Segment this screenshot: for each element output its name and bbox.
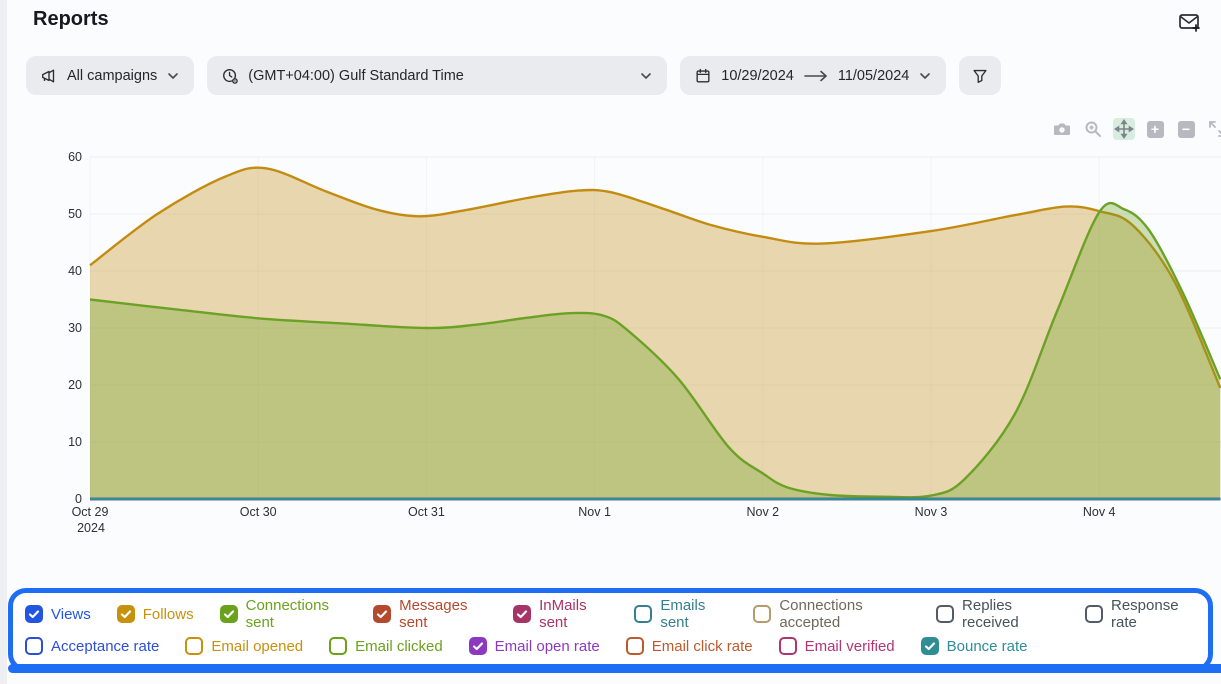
- legend-item-messages-sent[interactable]: Messages sent: [373, 597, 487, 631]
- legend-label: Bounce rate: [947, 638, 1028, 655]
- legend-label: Email click rate: [652, 638, 753, 655]
- svg-text:Oct 30: Oct 30: [240, 505, 277, 519]
- legend-label: Views: [51, 606, 91, 623]
- svg-text:Oct 31: Oct 31: [408, 505, 445, 519]
- chart-legend: Views Follows Connections sent Messages sen…: [8, 588, 1213, 672]
- area-chart-canvas[interactable]: 0 10 20 30 40 50 60 Oct 29 2024 Oct 30 Oct 31 Nov 1…: [0, 110, 1221, 540]
- legend-item-response-rate[interactable]: Response rate: [1085, 597, 1196, 631]
- svg-text:2024: 2024: [77, 521, 105, 535]
- unchecked-checkbox[interactable]: [1085, 605, 1103, 623]
- legend-item-emails-sent[interactable]: Emails sent: [634, 597, 727, 631]
- unchecked-checkbox[interactable]: [634, 605, 652, 623]
- svg-text:Oct 29: Oct 29: [72, 505, 109, 519]
- clock-settings-icon: [221, 67, 239, 85]
- legend-item-acceptance-rate[interactable]: Acceptance rate: [25, 637, 159, 655]
- svg-text:Nov 1: Nov 1: [578, 505, 611, 519]
- legend-label: Email open rate: [495, 638, 600, 655]
- svg-text:0: 0: [75, 492, 82, 506]
- checked-checkbox[interactable]: [117, 605, 135, 623]
- unchecked-checkbox[interactable]: [626, 637, 644, 655]
- unchecked-checkbox[interactable]: [185, 637, 203, 655]
- legend-item-email-open-rate[interactable]: Email open rate: [469, 637, 600, 655]
- date-start: 10/29/2024: [721, 68, 794, 84]
- mail-plus-button[interactable]: [1175, 9, 1203, 37]
- legend-item-replies-received[interactable]: Replies received: [936, 597, 1059, 631]
- svg-text:Nov 2: Nov 2: [746, 505, 779, 519]
- chevron-down-icon: [639, 69, 653, 83]
- pan-icon[interactable]: [1113, 118, 1135, 140]
- svg-text:Nov 3: Nov 3: [915, 505, 948, 519]
- legend-label: Follows: [143, 606, 194, 623]
- chart-toolbar: + −: [1051, 118, 1221, 140]
- legend-item-email-opened[interactable]: Email opened: [185, 637, 303, 655]
- checked-checkbox[interactable]: [513, 605, 531, 623]
- legend-label: Response rate: [1111, 597, 1196, 631]
- unchecked-checkbox[interactable]: [779, 637, 797, 655]
- page-title: Reports: [33, 8, 109, 31]
- svg-text:10: 10: [68, 435, 82, 449]
- megaphone-icon: [40, 67, 58, 85]
- funnel-icon: [971, 67, 989, 85]
- legend-row-2: Acceptance rate Email opened Email clicked…: [25, 630, 1196, 662]
- legend-item-connections-accepted[interactable]: Connections accepted: [753, 597, 910, 631]
- timezone-dropdown[interactable]: (GMT+04:00) Gulf Standard Time: [207, 56, 667, 95]
- zoom-icon[interactable]: [1082, 118, 1104, 140]
- legend-item-email-click-rate[interactable]: Email click rate: [626, 637, 753, 655]
- legend-label: Connections sent: [246, 597, 347, 631]
- chevron-down-icon: [918, 69, 932, 83]
- legend-label: Acceptance rate: [51, 638, 159, 655]
- legend-label: Email opened: [211, 638, 303, 655]
- svg-text:50: 50: [68, 207, 82, 221]
- legend-label: Messages sent: [399, 597, 487, 631]
- legend-label: Connections accepted: [779, 597, 910, 631]
- unchecked-checkbox[interactable]: [329, 637, 347, 655]
- filter-button[interactable]: [959, 56, 1001, 95]
- checked-checkbox[interactable]: [220, 605, 238, 623]
- timezone-label: (GMT+04:00) Gulf Standard Time: [248, 68, 464, 84]
- reports-chart[interactable]: 0 10 20 30 40 50 60 Oct 29 2024 Oct 30 Oct 31 Nov 1…: [0, 105, 1221, 550]
- legend-item-connections-sent[interactable]: Connections sent: [220, 597, 347, 631]
- legend-label: Replies received: [962, 597, 1059, 631]
- checked-checkbox[interactable]: [921, 637, 939, 655]
- legend-item-email-verified[interactable]: Email verified: [779, 637, 895, 655]
- zoom-in-icon[interactable]: +: [1144, 118, 1166, 140]
- checked-checkbox[interactable]: [373, 605, 391, 623]
- legend-row-1: Views Follows Connections sent Messages sen…: [25, 598, 1196, 630]
- legend-item-follows[interactable]: Follows: [117, 605, 194, 623]
- svg-text:40: 40: [68, 264, 82, 278]
- checked-checkbox[interactable]: [25, 605, 43, 623]
- legend-item-email-clicked[interactable]: Email clicked: [329, 637, 443, 655]
- camera-icon[interactable]: [1051, 118, 1073, 140]
- legend-label: InMails sent: [539, 597, 608, 631]
- unchecked-checkbox[interactable]: [753, 605, 771, 623]
- campaigns-label: All campaigns: [67, 68, 157, 84]
- legend-label: Email verified: [805, 638, 895, 655]
- legend-item-inmails-sent[interactable]: InMails sent: [513, 597, 608, 631]
- zoom-out-icon[interactable]: −: [1175, 118, 1197, 140]
- svg-text:Nov 4: Nov 4: [1083, 505, 1116, 519]
- svg-text:20: 20: [68, 378, 82, 392]
- arrow-right-icon: [803, 70, 829, 82]
- svg-text:60: 60: [68, 150, 82, 164]
- chevron-down-icon: [166, 69, 180, 83]
- legend-label: Emails sent: [660, 597, 727, 631]
- campaigns-dropdown[interactable]: All campaigns: [26, 56, 194, 95]
- legend-item-views[interactable]: Views: [25, 605, 91, 623]
- filter-bar: All campaigns (GMT+04:00) Gulf Standard …: [26, 56, 1001, 95]
- unchecked-checkbox[interactable]: [936, 605, 954, 623]
- unchecked-checkbox[interactable]: [25, 637, 43, 655]
- bottom-highlight-bar: [8, 664, 1221, 673]
- mail-plus-icon: [1177, 10, 1201, 37]
- svg-text:30: 30: [68, 321, 82, 335]
- legend-label: Email clicked: [355, 638, 443, 655]
- autoscale-icon[interactable]: [1206, 118, 1221, 140]
- calendar-icon: [694, 67, 712, 85]
- checked-checkbox[interactable]: [469, 637, 487, 655]
- date-range-picker[interactable]: 10/29/2024 11/05/2024: [680, 56, 946, 95]
- date-end: 11/05/2024: [838, 68, 910, 84]
- legend-item-bounce-rate[interactable]: Bounce rate: [921, 637, 1028, 655]
